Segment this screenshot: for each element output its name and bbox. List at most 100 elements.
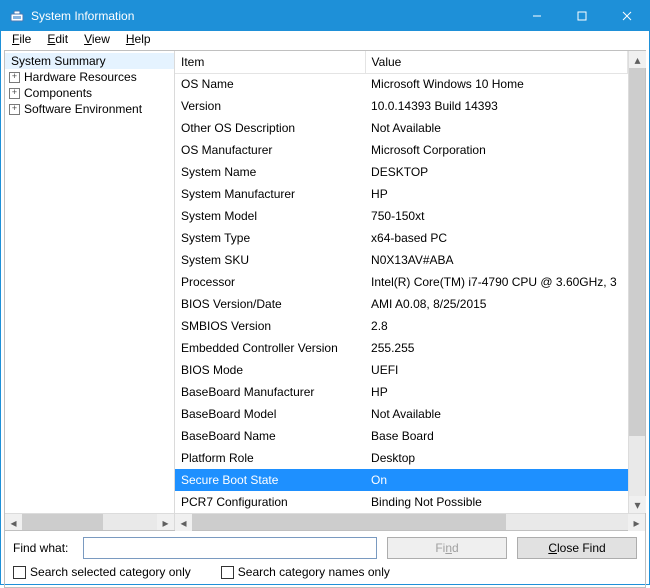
tree-item[interactable]: + Hardware Resources (5, 69, 174, 85)
expand-icon[interactable]: + (9, 88, 20, 99)
cell-value: AMI A0.08, 8/25/2015 (365, 293, 627, 315)
cell-value: UEFI (365, 359, 627, 381)
tree-hscroll-thumb[interactable] (22, 514, 103, 530)
cell-value: Microsoft Corporation (365, 139, 627, 161)
menu-file[interactable]: File (5, 31, 38, 47)
table-row[interactable]: System SKUN0X13AV#ABA (175, 249, 628, 271)
cell-item: Embedded Controller Version (175, 337, 365, 359)
table-row[interactable]: Version10.0.14393 Build 14393 (175, 95, 628, 117)
table-row[interactable]: Other OS DescriptionNot Available (175, 117, 628, 139)
table-row[interactable]: PCR7 ConfigurationBinding Not Possible (175, 491, 628, 513)
cell-value: On (365, 469, 627, 491)
nav-tree[interactable]: System Summary + Hardware Resources+Compon… (5, 51, 174, 513)
table-hscroll-track[interactable] (192, 514, 628, 530)
cell-value: 255.255 (365, 337, 627, 359)
table-row[interactable]: Embedded Controller Version255.255 (175, 337, 628, 359)
table-vscrollbar[interactable]: ▴ ▾ (628, 51, 645, 513)
cell-item: Processor (175, 271, 365, 293)
tree-item-label: Hardware Resources (24, 70, 137, 84)
cell-value: 10.0.14393 Build 14393 (365, 95, 627, 117)
tree-hscroll-track[interactable] (22, 514, 157, 530)
table-hscrollbar[interactable]: ◂ ▸ (175, 513, 645, 530)
details-table[interactable]: Item Value OS NameMicrosoft Windows 10 H… (175, 51, 628, 513)
window-title: System Information (31, 9, 514, 23)
table-row[interactable]: BaseBoard NameBase Board (175, 425, 628, 447)
window: System Information File Edit View Help S… (0, 0, 650, 585)
scroll-left-icon[interactable]: ◂ (5, 514, 22, 531)
minimize-button[interactable] (514, 1, 559, 31)
table-row[interactable]: BIOS Version/DateAMI A0.08, 8/25/2015 (175, 293, 628, 315)
find-input[interactable] (83, 537, 377, 559)
tree-item[interactable]: System Summary (5, 53, 174, 69)
table-row[interactable]: BaseBoard ModelNot Available (175, 403, 628, 425)
column-header-value[interactable]: Value (365, 51, 627, 73)
maximize-button[interactable] (559, 1, 604, 31)
menubar: File Edit View Help (1, 31, 649, 47)
cell-item: PCR7 Configuration (175, 491, 365, 513)
menu-edit[interactable]: Edit (40, 31, 75, 47)
cell-item: Version (175, 95, 365, 117)
chk-search-category-label: Search selected category only (30, 565, 191, 579)
cell-value: Base Board (365, 425, 627, 447)
scroll-up-icon[interactable]: ▴ (629, 51, 646, 68)
table-hscroll-thumb[interactable] (192, 514, 506, 530)
cell-value: HP (365, 183, 627, 205)
table-row[interactable]: OS ManufacturerMicrosoft Corporation (175, 139, 628, 161)
table-vscroll-track[interactable] (629, 68, 645, 496)
table-row[interactable]: System Model750-150xt (175, 205, 628, 227)
cell-item: Other OS Description (175, 117, 365, 139)
cell-item: Secure Boot State (175, 469, 365, 491)
tree-pane: System Summary + Hardware Resources+Compon… (5, 51, 175, 530)
search-area: Find what: Find Close Find Search select… (5, 530, 645, 587)
checkbox-icon (13, 566, 26, 579)
expand-icon[interactable]: + (9, 104, 20, 115)
cell-item: BaseBoard Manufacturer (175, 381, 365, 403)
chk-search-names[interactable]: Search category names only (221, 565, 390, 579)
cell-item: System SKU (175, 249, 365, 271)
expand-icon[interactable]: + (9, 72, 20, 83)
cell-value: Not Available (365, 403, 627, 425)
cell-item: BIOS Version/Date (175, 293, 365, 315)
cell-value: 750-150xt (365, 205, 627, 227)
cell-item: System Type (175, 227, 365, 249)
cell-value: Desktop (365, 447, 627, 469)
chk-search-category[interactable]: Search selected category only (13, 565, 191, 579)
menu-help[interactable]: Help (119, 31, 158, 47)
scroll-right-icon[interactable]: ▸ (157, 514, 174, 531)
close-find-button[interactable]: Close Find (517, 537, 637, 559)
scroll-down-icon[interactable]: ▾ (629, 496, 646, 513)
find-label: Find what: (13, 541, 73, 555)
table-row[interactable]: BaseBoard ManufacturerHP (175, 381, 628, 403)
table-row[interactable]: BIOS ModeUEFI (175, 359, 628, 381)
scroll-right-icon[interactable]: ▸ (628, 514, 645, 531)
cell-item: OS Manufacturer (175, 139, 365, 161)
cell-value: Intel(R) Core(TM) i7-4790 CPU @ 3.60GHz,… (365, 271, 627, 293)
cell-item: BaseBoard Model (175, 403, 365, 425)
table-wrap: Item Value OS NameMicrosoft Windows 10 H… (175, 51, 645, 513)
menu-view[interactable]: View (77, 31, 117, 47)
client-area: System Summary + Hardware Resources+Compon… (4, 50, 646, 588)
table-row[interactable]: OS NameMicrosoft Windows 10 Home (175, 73, 628, 95)
table-pane: Item Value OS NameMicrosoft Windows 10 H… (175, 51, 645, 530)
scroll-left-icon[interactable]: ◂ (175, 514, 192, 531)
tree-item[interactable]: +Components (5, 85, 174, 101)
table-vscroll-thumb[interactable] (629, 68, 645, 436)
column-header-item[interactable]: Item (175, 51, 365, 73)
table-row[interactable]: SMBIOS Version2.8 (175, 315, 628, 337)
titlebar[interactable]: System Information (1, 1, 649, 31)
close-button[interactable] (604, 1, 649, 31)
tree-hscrollbar[interactable]: ◂ ▸ (5, 513, 174, 530)
cell-item: System Manufacturer (175, 183, 365, 205)
find-button[interactable]: Find (387, 537, 507, 559)
tree-item-label: System Summary (11, 54, 106, 68)
cell-value: N0X13AV#ABA (365, 249, 627, 271)
table-row[interactable]: Secure Boot StateOn (175, 469, 628, 491)
table-row[interactable]: System NameDESKTOP (175, 161, 628, 183)
table-row[interactable]: System Typex64-based PC (175, 227, 628, 249)
cell-item: BaseBoard Name (175, 425, 365, 447)
tree-item-label: Software Environment (24, 102, 142, 116)
table-row[interactable]: Platform RoleDesktop (175, 447, 628, 469)
table-row[interactable]: System ManufacturerHP (175, 183, 628, 205)
tree-item[interactable]: + Software Environment (5, 101, 174, 117)
table-row[interactable]: ProcessorIntel(R) Core(TM) i7-4790 CPU @… (175, 271, 628, 293)
